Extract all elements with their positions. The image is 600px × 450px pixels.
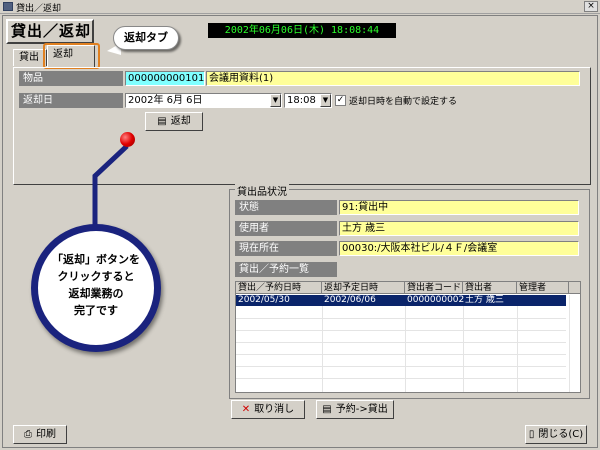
table-cell: 土方 歳三 xyxy=(465,295,504,305)
print-button-label: 印刷 xyxy=(36,429,56,440)
bubble-line: 返却業務の xyxy=(68,287,124,300)
return-time-combo[interactable]: 18:08 ▼ xyxy=(284,93,332,108)
app-icon xyxy=(3,2,13,11)
return-date-value: 2002年 6月 6日 xyxy=(128,95,203,106)
return-button[interactable]: ▤ 返却 xyxy=(145,112,203,131)
auto-datetime-label: 返却日時を自動で設定する xyxy=(349,97,458,107)
reserve-to-lend-label: 予約->貸出 xyxy=(335,404,388,415)
window-close-button[interactable]: × xyxy=(584,1,598,12)
tab-highlight xyxy=(43,43,100,69)
grid-line xyxy=(236,318,566,319)
window-title: 貸出／返却 xyxy=(16,4,62,14)
pin-ball-icon xyxy=(120,132,135,147)
x-icon: ✕ xyxy=(241,404,251,415)
item-code-field[interactable]: 000000000101 xyxy=(125,71,205,86)
column-header[interactable]: 貸出者 xyxy=(463,282,517,294)
state-value: 91:貸出中 xyxy=(339,200,579,215)
cancel-button-label: 取り消し xyxy=(254,404,295,415)
print-button[interactable]: ⎙ 印刷 xyxy=(13,425,67,444)
table-cell: 0000000002 xyxy=(407,295,465,305)
location-value: 00030:/大阪本社ビル/４Ｆ/会議室 xyxy=(339,241,579,256)
loan-table[interactable]: 貸出／予約日時 返却予定日時 貸出者コード 貸出者 管理者 2002/05/30… xyxy=(235,281,581,393)
close-button-label: 閉じる(C) xyxy=(538,429,584,440)
user-label: 使用者 xyxy=(235,221,337,236)
list-label: 貸出／予約一覧 xyxy=(235,262,337,277)
bubble-line: 完了です xyxy=(74,304,118,317)
callout-bubble: 「返却」ボタンを クリックすると 返却業務の 完了です xyxy=(31,224,161,352)
column-header[interactable]: 返却予定日時 xyxy=(322,282,405,294)
grid-line xyxy=(236,330,566,331)
grid-line xyxy=(236,354,566,355)
table-header: 貸出／予約日時 返却予定日時 貸出者コード 貸出者 管理者 xyxy=(236,282,580,294)
printer-icon: ⎙ xyxy=(24,429,32,440)
bubble-line: クリックすると xyxy=(57,270,135,283)
close-button[interactable]: ▯ 閉じる(C) xyxy=(525,425,587,444)
page-title: 貸出／返却 xyxy=(6,19,94,44)
item-name-field: 会議用資料(1) xyxy=(206,71,580,86)
cancel-button[interactable]: ✕ 取り消し xyxy=(231,400,305,419)
table-row[interactable]: 2002/05/30 2002/06/06 0000000002 土方 歳三 xyxy=(236,295,566,306)
door-icon: ▯ xyxy=(528,429,535,440)
return-date-combo[interactable]: 2002年 6月 6日 ▼ xyxy=(125,93,282,108)
main-window: 貸出／返却 2002年06月06日(木) 18:08:44 貸出 返却 返却タブ… xyxy=(2,15,598,448)
return-button-label: 返却 xyxy=(170,116,191,127)
chevron-down-icon[interactable]: ▼ xyxy=(270,94,281,107)
document-icon: ▤ xyxy=(322,404,332,415)
reserve-to-lend-button[interactable]: ▤ 予約->貸出 xyxy=(316,400,394,419)
chevron-down-icon[interactable]: ▼ xyxy=(320,94,331,107)
state-label: 状態 xyxy=(235,200,337,215)
clock-display: 2002年06月06日(木) 18:08:44 xyxy=(208,23,396,38)
callout-pointer xyxy=(92,144,129,228)
callout-return-tab: 返却タブ xyxy=(113,26,179,50)
return-date-label: 返却日 xyxy=(19,93,123,108)
tab-lend[interactable]: 貸出 xyxy=(13,49,47,66)
grid-line xyxy=(236,378,566,379)
return-icon: ▤ xyxy=(157,116,167,127)
user-value: 土方 歳三 xyxy=(339,221,579,236)
auto-datetime-checkbox[interactable]: ✓ xyxy=(335,95,346,106)
column-header[interactable]: 貸出者コード xyxy=(405,282,463,294)
table-cell: 2002/06/06 xyxy=(324,295,376,305)
return-time-value: 18:08 xyxy=(287,95,316,106)
grid-line xyxy=(569,295,570,392)
item-label: 物品 xyxy=(19,71,123,86)
status-group-title: 貸出品状況 xyxy=(235,183,289,198)
column-header[interactable]: 貸出／予約日時 xyxy=(236,282,322,294)
title-bar: 貸出／返却 × xyxy=(0,0,600,14)
bubble-line: 「返却」ボタンを xyxy=(52,253,140,266)
location-label: 現在所在 xyxy=(235,241,337,256)
column-header[interactable]: 管理者 xyxy=(517,282,569,294)
grid-line xyxy=(236,366,566,367)
table-cell xyxy=(517,295,519,306)
table-cell: 2002/05/30 xyxy=(238,295,290,305)
grid-line xyxy=(236,342,566,343)
